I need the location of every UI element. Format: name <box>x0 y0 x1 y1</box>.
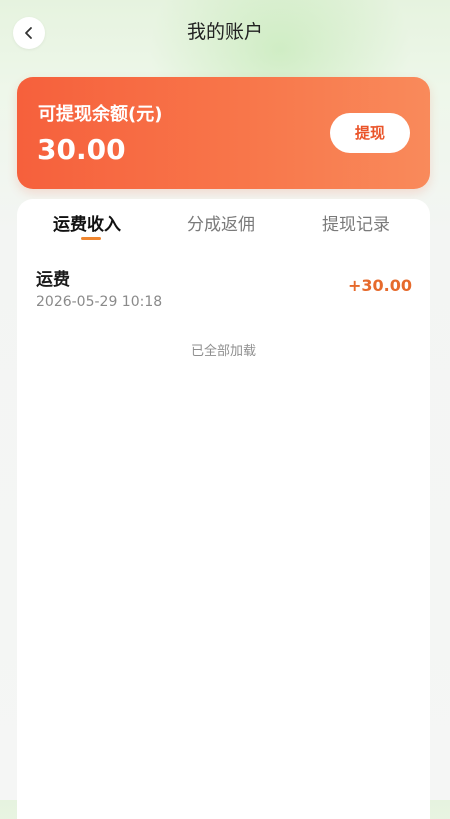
load-complete-text: 已全部加载 <box>190 344 256 359</box>
active-tab-indicator <box>81 237 101 240</box>
record-panel: 运费收入 分成返佣 提现记录 运费 2026-05-29 10:18 +30.0… <box>17 199 430 819</box>
balance-card: 可提现余额(元) 30.00 提现 <box>17 77 430 189</box>
tab-withdraw-records[interactable]: 提现记录 <box>322 213 390 237</box>
record-amount: +30.00 <box>347 276 412 295</box>
page-title: 我的账户 <box>186 21 263 43</box>
balance-label: 可提现余额(元) <box>38 104 163 125</box>
tab-commission-rebate[interactable]: 分成返佣 <box>187 213 255 237</box>
record-time: 2026-05-29 10:18 <box>36 294 163 310</box>
page-header: 我的账户 <box>0 0 450 66</box>
record-title: 运费 <box>36 270 70 290</box>
balance-amount: 30.00 <box>37 133 126 166</box>
withdraw-button[interactable]: 提现 <box>330 113 410 153</box>
tab-freight-income[interactable]: 运费收入 <box>53 213 121 237</box>
